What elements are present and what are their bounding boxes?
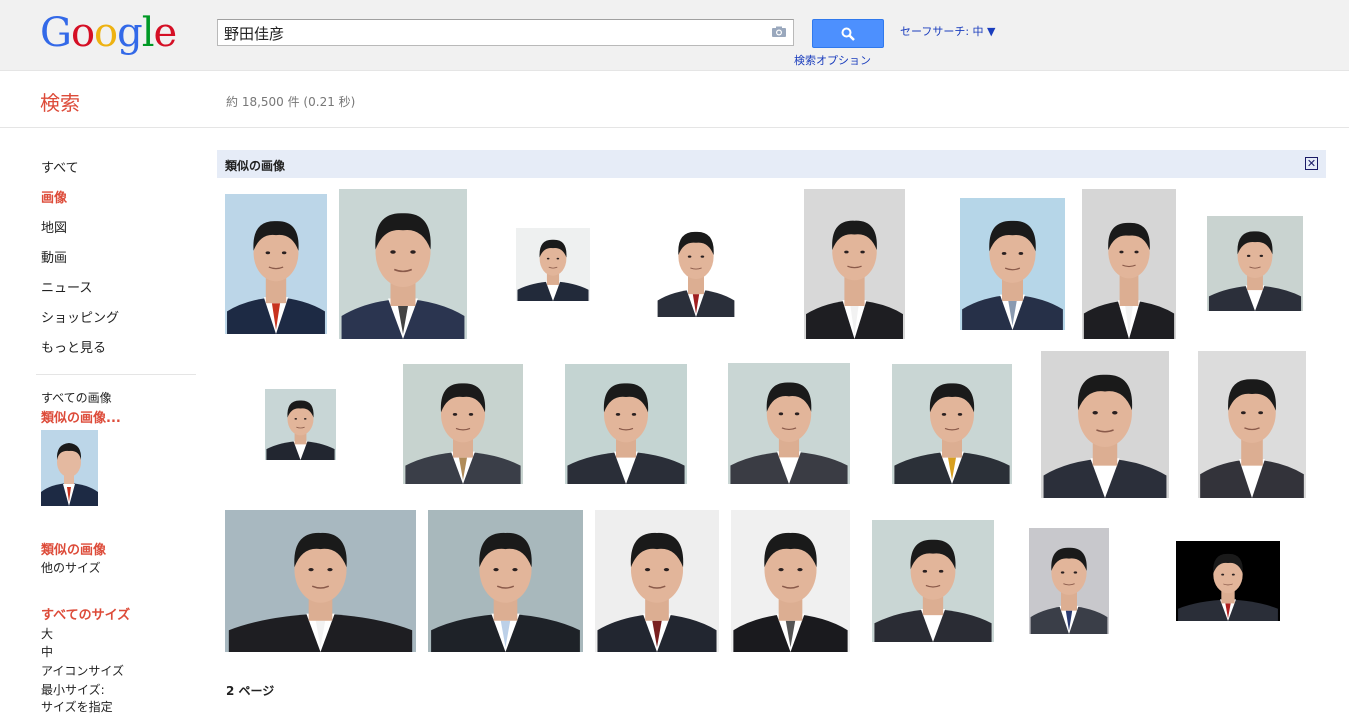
person-photo bbox=[892, 364, 1012, 484]
page-title: 検索 bbox=[40, 91, 80, 115]
person-photo bbox=[428, 510, 583, 652]
image-result[interactable] bbox=[339, 189, 467, 339]
other-sizes-link[interactable]: 他のサイズ bbox=[41, 559, 101, 576]
image-result[interactable] bbox=[403, 364, 523, 484]
person-photo bbox=[1082, 189, 1176, 339]
image-result[interactable] bbox=[804, 189, 905, 339]
person-photo bbox=[41, 430, 98, 506]
safe-search-dropdown[interactable]: セーフサーチ: 中 ▼ bbox=[900, 23, 996, 39]
image-result[interactable] bbox=[731, 510, 850, 652]
person-photo bbox=[656, 213, 736, 317]
logo-letter: g bbox=[117, 10, 143, 56]
person-photo bbox=[1207, 216, 1303, 311]
logo-letter: G bbox=[40, 10, 72, 56]
image-result[interactable] bbox=[1029, 528, 1109, 634]
person-photo bbox=[1176, 541, 1280, 621]
person-photo bbox=[804, 189, 905, 339]
image-result[interactable] bbox=[516, 228, 590, 301]
person-photo bbox=[872, 520, 994, 642]
image-result[interactable] bbox=[960, 198, 1065, 330]
image-result[interactable] bbox=[428, 510, 583, 652]
search-icon bbox=[841, 27, 855, 41]
image-result[interactable] bbox=[872, 520, 994, 642]
all-sizes-link[interactable]: すべてのサイズ bbox=[41, 604, 130, 623]
query-image-thumbnail[interactable] bbox=[41, 430, 98, 506]
all-images-link[interactable]: すべての画像 bbox=[41, 389, 112, 406]
sidebar-divider bbox=[36, 374, 196, 375]
similar-images-title: 類似の画像 bbox=[225, 159, 286, 173]
logo-letter: o bbox=[94, 10, 118, 56]
image-result[interactable] bbox=[1041, 351, 1169, 498]
person-photo bbox=[1029, 528, 1109, 634]
logo-letter: l bbox=[141, 10, 155, 56]
sidebar-item-maps[interactable]: 地図 bbox=[41, 217, 67, 236]
image-result[interactable] bbox=[1082, 189, 1176, 339]
logo-letter: e bbox=[153, 10, 178, 56]
image-result[interactable] bbox=[565, 364, 687, 484]
image-result[interactable] bbox=[892, 364, 1012, 484]
person-photo bbox=[728, 363, 850, 484]
image-result[interactable] bbox=[595, 510, 719, 652]
image-result[interactable] bbox=[656, 213, 736, 317]
similar-images-active[interactable]: 類似の画像... bbox=[41, 407, 121, 426]
person-photo bbox=[403, 364, 523, 484]
top-bar: Google 検索オプション セーフサーチ: 中 ▼ bbox=[0, 0, 1349, 71]
page-indicator[interactable]: 2 ページ bbox=[226, 682, 274, 699]
search-box[interactable] bbox=[217, 19, 794, 46]
sub-bar: 検索 約 18,500 件 (0.21 秒) bbox=[0, 71, 1349, 128]
person-photo bbox=[225, 510, 416, 652]
person-photo bbox=[339, 189, 467, 339]
image-result[interactable] bbox=[225, 510, 416, 652]
person-photo bbox=[225, 194, 327, 334]
person-photo bbox=[595, 510, 719, 652]
result-stats: 約 18,500 件 (0.21 秒) bbox=[226, 95, 356, 109]
size-medium-link[interactable]: 中 bbox=[41, 643, 53, 660]
image-result[interactable] bbox=[225, 194, 327, 334]
person-photo bbox=[731, 510, 850, 652]
person-photo bbox=[565, 364, 687, 484]
sidebar-item-all[interactable]: すべて bbox=[41, 157, 79, 176]
person-photo bbox=[960, 198, 1065, 330]
person-photo bbox=[1198, 351, 1306, 498]
image-result[interactable] bbox=[265, 389, 336, 460]
person-photo bbox=[516, 228, 590, 301]
sidebar-item-news[interactable]: ニュース bbox=[41, 277, 92, 296]
close-icon[interactable]: ✕ bbox=[1305, 157, 1318, 170]
image-result[interactable] bbox=[1198, 351, 1306, 498]
image-result[interactable] bbox=[1207, 216, 1303, 311]
image-result[interactable] bbox=[728, 363, 850, 484]
similar-images-link[interactable]: 類似の画像 bbox=[41, 539, 106, 558]
camera-icon[interactable] bbox=[771, 26, 787, 38]
sidebar-item-more[interactable]: もっと見る bbox=[41, 337, 106, 356]
person-photo bbox=[1041, 351, 1169, 498]
search-input[interactable] bbox=[224, 22, 754, 44]
sidebar-item-shopping[interactable]: ショッピング bbox=[41, 307, 119, 326]
size-custom-link[interactable]: サイズを指定 bbox=[41, 698, 113, 715]
sidebar-item-videos[interactable]: 動画 bbox=[41, 247, 67, 266]
google-logo[interactable]: Google bbox=[40, 10, 178, 56]
similar-images-header: 類似の画像 ✕ bbox=[217, 150, 1326, 178]
size-icon-link[interactable]: アイコンサイズ bbox=[41, 662, 124, 679]
advanced-search-link[interactable]: 検索オプション bbox=[794, 52, 871, 68]
size-min-link[interactable]: 最小サイズ: bbox=[41, 681, 105, 698]
logo-letter: o bbox=[70, 10, 95, 56]
image-result[interactable] bbox=[1176, 541, 1280, 621]
size-large-link[interactable]: 大 bbox=[41, 625, 53, 642]
search-button[interactable] bbox=[812, 19, 884, 48]
person-photo bbox=[265, 389, 336, 460]
sidebar-item-images[interactable]: 画像 bbox=[41, 187, 67, 206]
